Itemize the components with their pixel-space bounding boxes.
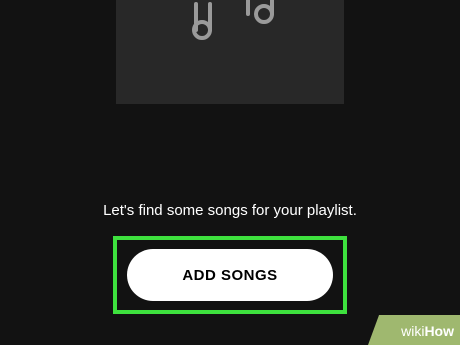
- empty-playlist-message: Let's find some songs for your playlist.: [103, 202, 357, 219]
- watermark-wiki: wiki: [401, 323, 425, 339]
- watermark-how: How: [424, 323, 454, 339]
- playlist-screen: Let's find some songs for your playlist.…: [0, 0, 460, 345]
- add-songs-button[interactable]: ADD SONGS: [127, 249, 333, 301]
- watermark-logo-text: wikiHow: [401, 323, 454, 339]
- wikihow-watermark: wikiHow: [368, 315, 460, 345]
- playlist-artwork-placeholder: [116, 0, 344, 104]
- music-notes-icon: [192, 0, 274, 40]
